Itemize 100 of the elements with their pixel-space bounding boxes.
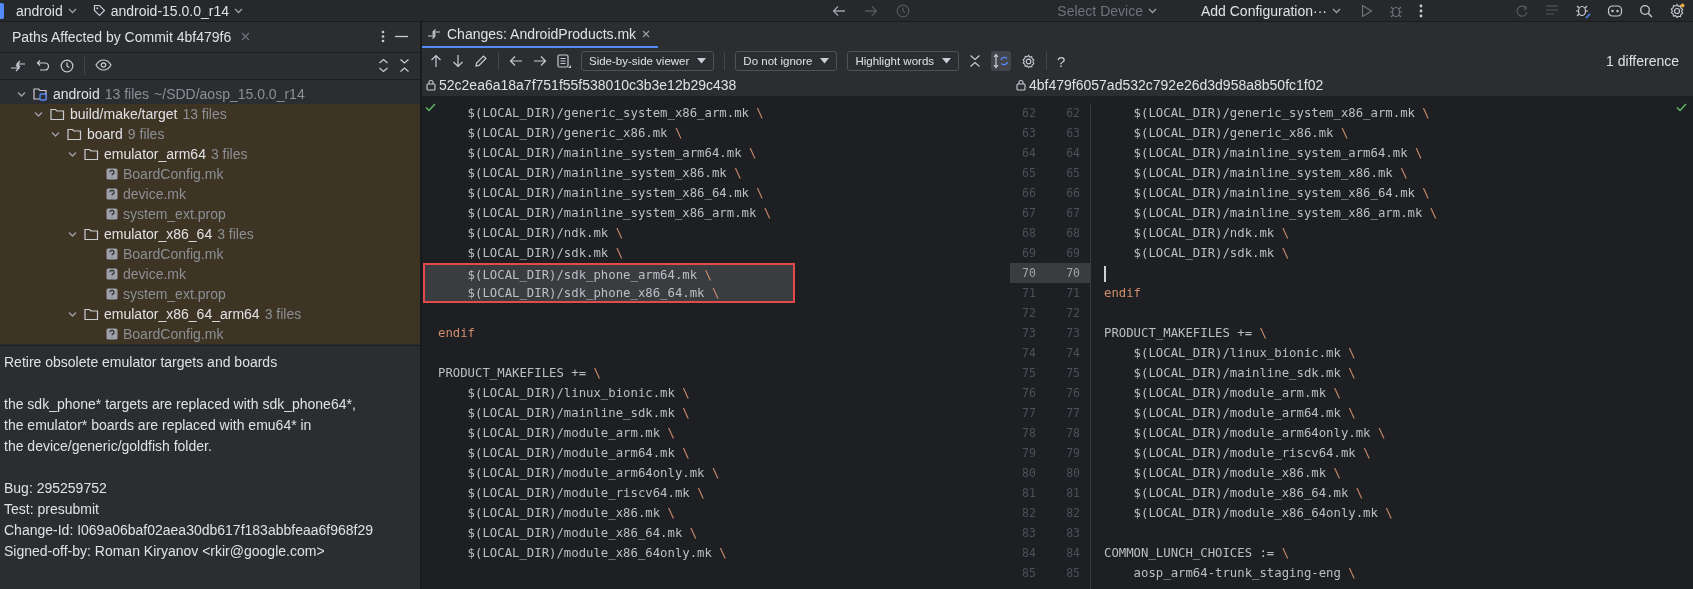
collapse-all-icon[interactable] [399,58,410,74]
folder-icon [84,147,99,161]
code-line: $(LOCAL_DIR)/module_riscv64.mk \ [1132,445,1372,462]
collapse-icon[interactable] [969,54,982,68]
back-arrow-icon[interactable] [832,4,846,17]
code-line: $(LOCAL_DIR)/module_x86_64.mk \ [466,525,699,542]
tag-icon [92,4,106,17]
unknown-file-icon [106,288,118,301]
chevron-down-icon[interactable] [68,309,77,319]
settings-icon[interactable] [1021,53,1037,69]
run-icon[interactable] [1361,3,1373,18]
code-line: $(LOCAL_DIR)/mainline_system_x86_arm.mk \ [466,205,773,222]
code-line: $(LOCAL_DIR)/linux_bionic.mk \ [1132,345,1357,362]
code-line: PRODUCT_MAKEFILES += \ [438,365,602,382]
dropdown-arrow-icon [820,58,830,64]
folder-tree-item[interactable]: emulator_x86_64_arm64 3 files [0,304,420,325]
file-tree-item[interactable]: BoardConfig.mk [0,324,420,345]
search-icon[interactable] [1639,3,1653,18]
configuration-selector[interactable]: Add Configuration··· [1196,2,1345,19]
code-line: $(LOCAL_DIR)/module_arm.mk \ [1132,385,1342,402]
commit-message-paragraph: Bug: 295259752 Test: presubmit Change-Id: I069a06baf02aea30db617f183abbfeaa6f968f29 Signed-off-by: Roman Kiryanov <rkir@google.com> [4,479,374,561]
help-button[interactable]: ? [1057,52,1066,70]
dropdown-arrow-icon [697,58,707,64]
code-line: $(LOCAL_DIR)/sdk.mk \ [1132,245,1291,262]
code-line: $(LOCAL_DIR)/generic_x86.mk \ [466,125,684,142]
folder-tree-item[interactable]: emulator_x86_64 3 files [0,224,420,245]
folder-tree-item[interactable]: build/make/target 13 files [0,104,420,125]
folder-tree-item[interactable]: android 13 files ~/SDD/aosp_15.0.0_r14 [0,84,420,105]
code-line: $(LOCAL_DIR)/mainline_system_x86.mk \ [1132,165,1409,182]
compare-arrows-icon [427,28,441,40]
file-tree-item[interactable]: device.mk [0,264,420,285]
file-tree-item[interactable]: BoardConfig.mk [0,244,420,265]
code-line: $(LOCAL_DIR)/linux_bionic.mk \ [466,385,691,402]
file-tree-item[interactable]: system_ext.prop [0,284,420,305]
code-line: COMMON_LUNCH_CHOICES := \ [1103,545,1291,562]
line-number: 70 [1066,266,1080,280]
arrow-up-icon[interactable] [430,54,442,68]
code-line: endif [1103,285,1143,302]
commit-message-paragraph: Retire obsolete emulator targets and boards [4,353,279,372]
highlight-dropdown[interactable]: Highlight words [847,51,960,71]
code-line: $(LOCAL_DIR)/ndk.mk \ [1132,225,1291,242]
viewer-dropdown[interactable]: Side-by-side viewer [581,51,715,71]
file-tree-item[interactable]: system_ext.prop [0,204,420,225]
code-line: $(LOCAL_DIR)/module_x86_64only.mk \ [466,545,728,562]
branch-selector[interactable]: android-15.0.0_r14 [88,2,247,19]
settings-icon[interactable] [1669,2,1685,19]
lock-icon [1016,79,1026,91]
file-tree-item[interactable]: device.mk [0,184,420,205]
commit-message-paragraph: the sdk_phone* targets are replaced with sdk_phone64*, the emulator* boards are replaced with emu64* in the device/generic/goldfish folder. [4,395,357,456]
code-line: $(LOCAL_DIR)/mainline_system_x86_64.mk \ [466,185,765,202]
compare-arrows-icon[interactable] [10,58,26,73]
folder-tree-item[interactable]: emulator_arm64 3 files [0,144,420,165]
arrow-right-icon[interactable] [533,55,547,67]
code-line: $(LOCAL_DIR)/module_x86.mk \ [466,505,676,522]
close-icon[interactable] [241,32,251,42]
panel-title: Paths Affected by Commit 4bf479f6 [12,28,232,45]
project-folder-icon [33,87,48,102]
ignore-dropdown[interactable]: Do not ignore [735,51,838,71]
code-line: $(LOCAL_DIR)/mainline_system_x86.mk \ [466,165,743,182]
code-line: $(LOCAL_DIR)/mainline_system_x86_arm.mk \ [1132,205,1439,222]
arrow-left-icon[interactable] [509,55,523,67]
arrow-down-icon[interactable] [452,54,464,68]
document-icon[interactable] [557,53,571,69]
code-line: PRODUCT_MAKEFILES += \ [1103,325,1268,342]
folder-tree-item[interactable]: board 9 files [0,124,420,145]
code-line: $(LOCAL_DIR)/mainline_sdk.mk \ [466,405,691,422]
unknown-file-icon [106,268,118,281]
chevron-down-icon[interactable] [68,229,77,239]
sync-scroll-toggle[interactable] [991,51,1012,71]
code-line: $(LOCAL_DIR)/module_x86_64.mk \ [1132,485,1365,502]
unknown-file-icon [106,168,118,181]
more-icon[interactable] [1419,3,1423,18]
eye-icon[interactable] [95,59,112,73]
folder-icon [67,127,82,141]
chevron-down-icon[interactable] [1332,7,1341,14]
code-line: $(LOCAL_DIR)/mainline_sdk.mk \ [1132,365,1357,382]
lock-icon [426,79,436,91]
code-line: $(LOCAL_DIR)/mainline_system_arm64.mk \ [1132,145,1424,162]
undo-icon[interactable] [36,58,50,73]
difference-count: 1 difference [1606,53,1680,69]
project-selector[interactable]: android [12,2,81,19]
close-icon[interactable] [642,30,651,38]
chevron-down-icon[interactable] [234,7,243,14]
unknown-file-icon [106,328,118,341]
folder-icon [50,107,65,121]
folder-icon [84,227,99,241]
minimize-icon[interactable] [395,35,408,39]
code-line: $(LOCAL_DIR)/generic_system_x86_arm.mk \ [466,105,765,122]
expand-all-icon[interactable] [378,58,389,74]
code-line: $(LOCAL_DIR)/ndk.mk \ [466,225,625,242]
more-icon[interactable] [381,30,385,44]
code-line: $(LOCAL_DIR)/mainline_system_arm64.mk \ [466,145,758,162]
check-icon [1676,103,1687,112]
pencil-icon[interactable] [474,54,488,68]
chevron-down-icon[interactable] [67,7,77,14]
code-line: $(LOCAL_DIR)/module_x86.mk \ [1132,465,1342,482]
assistant-icon[interactable] [1607,3,1623,18]
file-tree-item[interactable]: BoardConfig.mk [0,164,420,185]
code-line: $(LOCAL_DIR)/module_arm.mk \ [466,425,676,442]
unknown-file-icon [106,248,118,261]
